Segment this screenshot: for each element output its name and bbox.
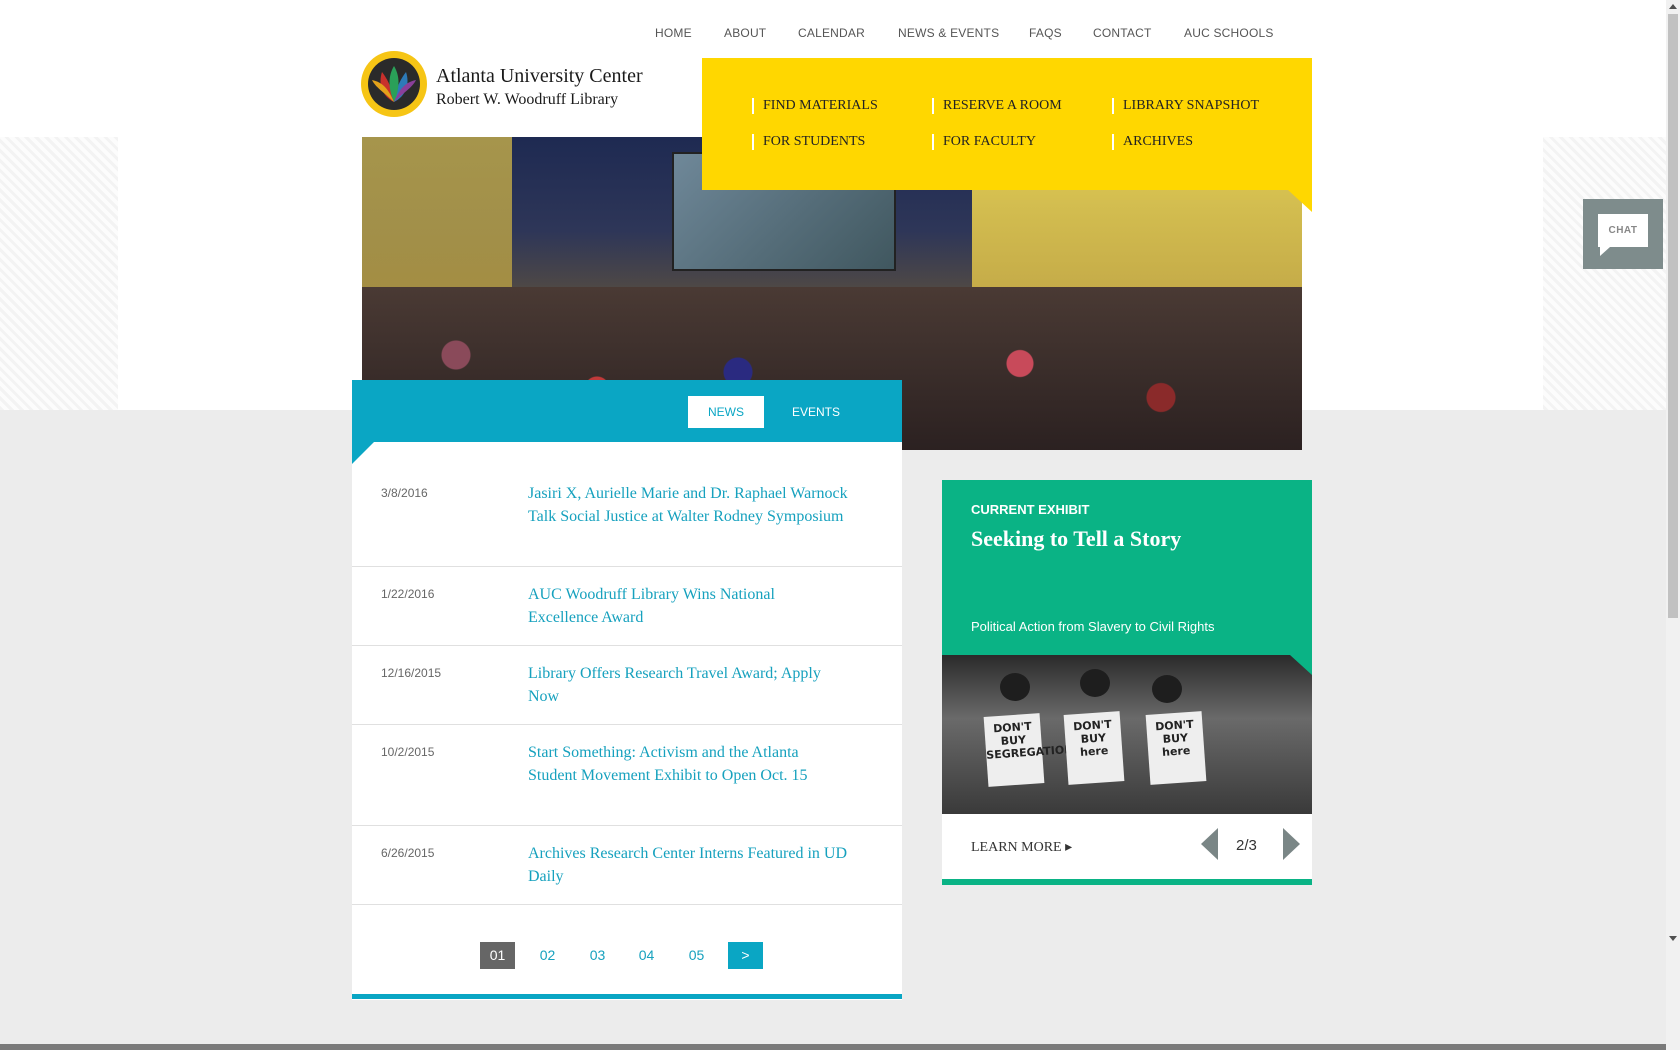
- page-5[interactable]: 05: [679, 942, 714, 969]
- footer-strip: [0, 1044, 1666, 1050]
- quicklink-find-materials[interactable]: FIND MATERIALS: [752, 98, 878, 114]
- nav-calendar[interactable]: CALENDAR: [798, 26, 865, 40]
- news-link[interactable]: Archives Research Center Interns Feature…: [528, 842, 848, 888]
- site-logo[interactable]: Atlanta University Center Robert W. Wood…: [361, 51, 671, 121]
- protest-sign: DON'T BUY here: [1063, 711, 1125, 785]
- exhibit-footer-bar: [942, 879, 1312, 885]
- previous-arrow-icon[interactable]: [1201, 828, 1218, 860]
- scroll-down-icon[interactable]: [1669, 936, 1677, 941]
- quicklink-for-faculty[interactable]: FOR FACULTY: [932, 134, 1036, 150]
- news-link[interactable]: Jasiri X, Aurielle Marie and Dr. Raphael…: [528, 482, 848, 528]
- page-3[interactable]: 03: [580, 942, 615, 969]
- logo-emblem-icon: [361, 51, 427, 117]
- page-1[interactable]: 01: [480, 942, 515, 969]
- news-item: 12/16/2015 Library Offers Research Trave…: [352, 646, 902, 725]
- chat-button[interactable]: CHAT: [1583, 199, 1663, 269]
- page-2[interactable]: 02: [530, 942, 565, 969]
- news-date: 3/8/2016: [381, 486, 428, 500]
- nav-about[interactable]: ABOUT: [724, 26, 766, 40]
- tab-events[interactable]: EVENTS: [776, 396, 856, 428]
- exhibit-title[interactable]: Seeking to Tell a Story: [971, 526, 1181, 552]
- next-page-button[interactable]: >: [728, 942, 763, 969]
- quick-links-panel: FIND MATERIALS RESERVE A ROOM LIBRARY SN…: [702, 58, 1312, 212]
- news-date: 6/26/2015: [381, 846, 435, 860]
- news-link[interactable]: Library Offers Research Travel Award; Ap…: [528, 662, 848, 708]
- scroll-thumb[interactable]: [1668, 14, 1678, 618]
- news-item: 10/2/2015 Start Something: Activism and …: [352, 725, 902, 826]
- protest-sign: DON'T BUY SEGREGATION: [983, 713, 1074, 787]
- news-panel: NEWS EVENTS 3/8/2016 Jasiri X, Aurielle …: [352, 380, 902, 1000]
- chat-label: CHAT: [1608, 225, 1638, 236]
- exhibit-photo: DON'T BUY SEGREGATION DON'T BUY here DON…: [942, 655, 1312, 814]
- news-tabs-bar: NEWS EVENTS: [352, 380, 902, 464]
- logo-subtitle: Robert W. Woodruff Library: [436, 91, 619, 108]
- page-scrollbar[interactable]: [1666, 0, 1680, 1050]
- exhibit-subtitle: Political Action from Slavery to Civil R…: [971, 619, 1215, 634]
- news-date: 12/16/2015: [381, 666, 442, 680]
- page-4[interactable]: 04: [629, 942, 664, 969]
- scroll-up-icon[interactable]: [1669, 4, 1677, 9]
- exhibit-kicker: CURRENT EXHIBIT: [971, 502, 1090, 517]
- nav-news-events[interactable]: NEWS & EVENTS: [898, 26, 999, 40]
- nav-contact[interactable]: CONTACT: [1093, 26, 1152, 40]
- next-arrow-icon[interactable]: [1283, 828, 1300, 860]
- quicklink-archives[interactable]: ARCHIVES: [1112, 134, 1193, 150]
- news-date: 10/2/2015: [381, 745, 435, 759]
- tab-news[interactable]: NEWS: [688, 396, 764, 428]
- news-date: 1/22/2016: [381, 587, 435, 601]
- news-item: 6/26/2015 Archives Research Center Inter…: [352, 826, 902, 905]
- quicklink-for-students[interactable]: FOR STUDENTS: [752, 134, 865, 150]
- nav-home[interactable]: HOME: [655, 26, 692, 40]
- logo-title: Atlanta University Center: [436, 65, 643, 87]
- quicklink-reserve-room[interactable]: RESERVE A ROOM: [932, 98, 1062, 114]
- exhibit-header: CURRENT EXHIBIT Seeking to Tell a Story …: [942, 480, 1312, 655]
- news-link[interactable]: AUC Woodruff Library Wins National Excel…: [528, 583, 848, 629]
- news-item: 1/22/2016 AUC Woodruff Library Wins Nati…: [352, 567, 902, 646]
- learn-more-link[interactable]: LEARN MORE ▸: [971, 839, 1072, 856]
- nav-auc-schools[interactable]: AUC SCHOOLS: [1184, 26, 1274, 40]
- quicklink-library-snapshot[interactable]: LIBRARY SNAPSHOT: [1112, 98, 1259, 114]
- news-item: 3/8/2016 Jasiri X, Aurielle Marie and Dr…: [352, 464, 902, 567]
- nav-faqs[interactable]: FAQS: [1029, 26, 1062, 40]
- protest-sign: DON'T BUY here: [1145, 711, 1207, 785]
- news-link[interactable]: Start Something: Activism and the Atlant…: [528, 741, 848, 787]
- pagination: 01 02 03 04 05 >: [352, 942, 902, 970]
- exhibit-card: CURRENT EXHIBIT Seeking to Tell a Story …: [942, 480, 1312, 885]
- slide-counter: 2/3: [1236, 837, 1257, 854]
- news-footer-bar: [352, 994, 902, 999]
- chat-bubble-icon: CHAT: [1598, 214, 1648, 247]
